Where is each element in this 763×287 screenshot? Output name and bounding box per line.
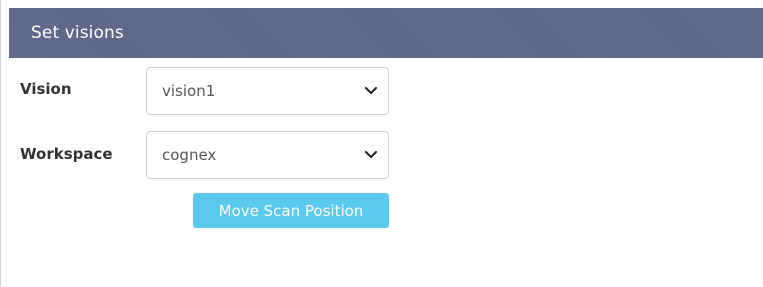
workspace-label: Workspace	[20, 145, 113, 163]
workspace-select[interactable]: cognex	[146, 131, 389, 179]
panel-title: Set visions	[31, 23, 124, 43]
vision-selected-value: vision1	[162, 82, 216, 100]
panel-header: Set visions	[9, 8, 763, 58]
workspace-selected-value: cognex	[162, 146, 217, 164]
move-scan-position-button[interactable]: Move Scan Position	[193, 193, 389, 228]
vision-select[interactable]: vision1	[146, 67, 389, 115]
set-visions-panel: Set visions Vision vision1 Workspace cog…	[0, 0, 763, 287]
chevron-down-icon	[354, 145, 388, 165]
chevron-down-icon	[354, 81, 388, 101]
vision-label: Vision	[20, 80, 72, 98]
